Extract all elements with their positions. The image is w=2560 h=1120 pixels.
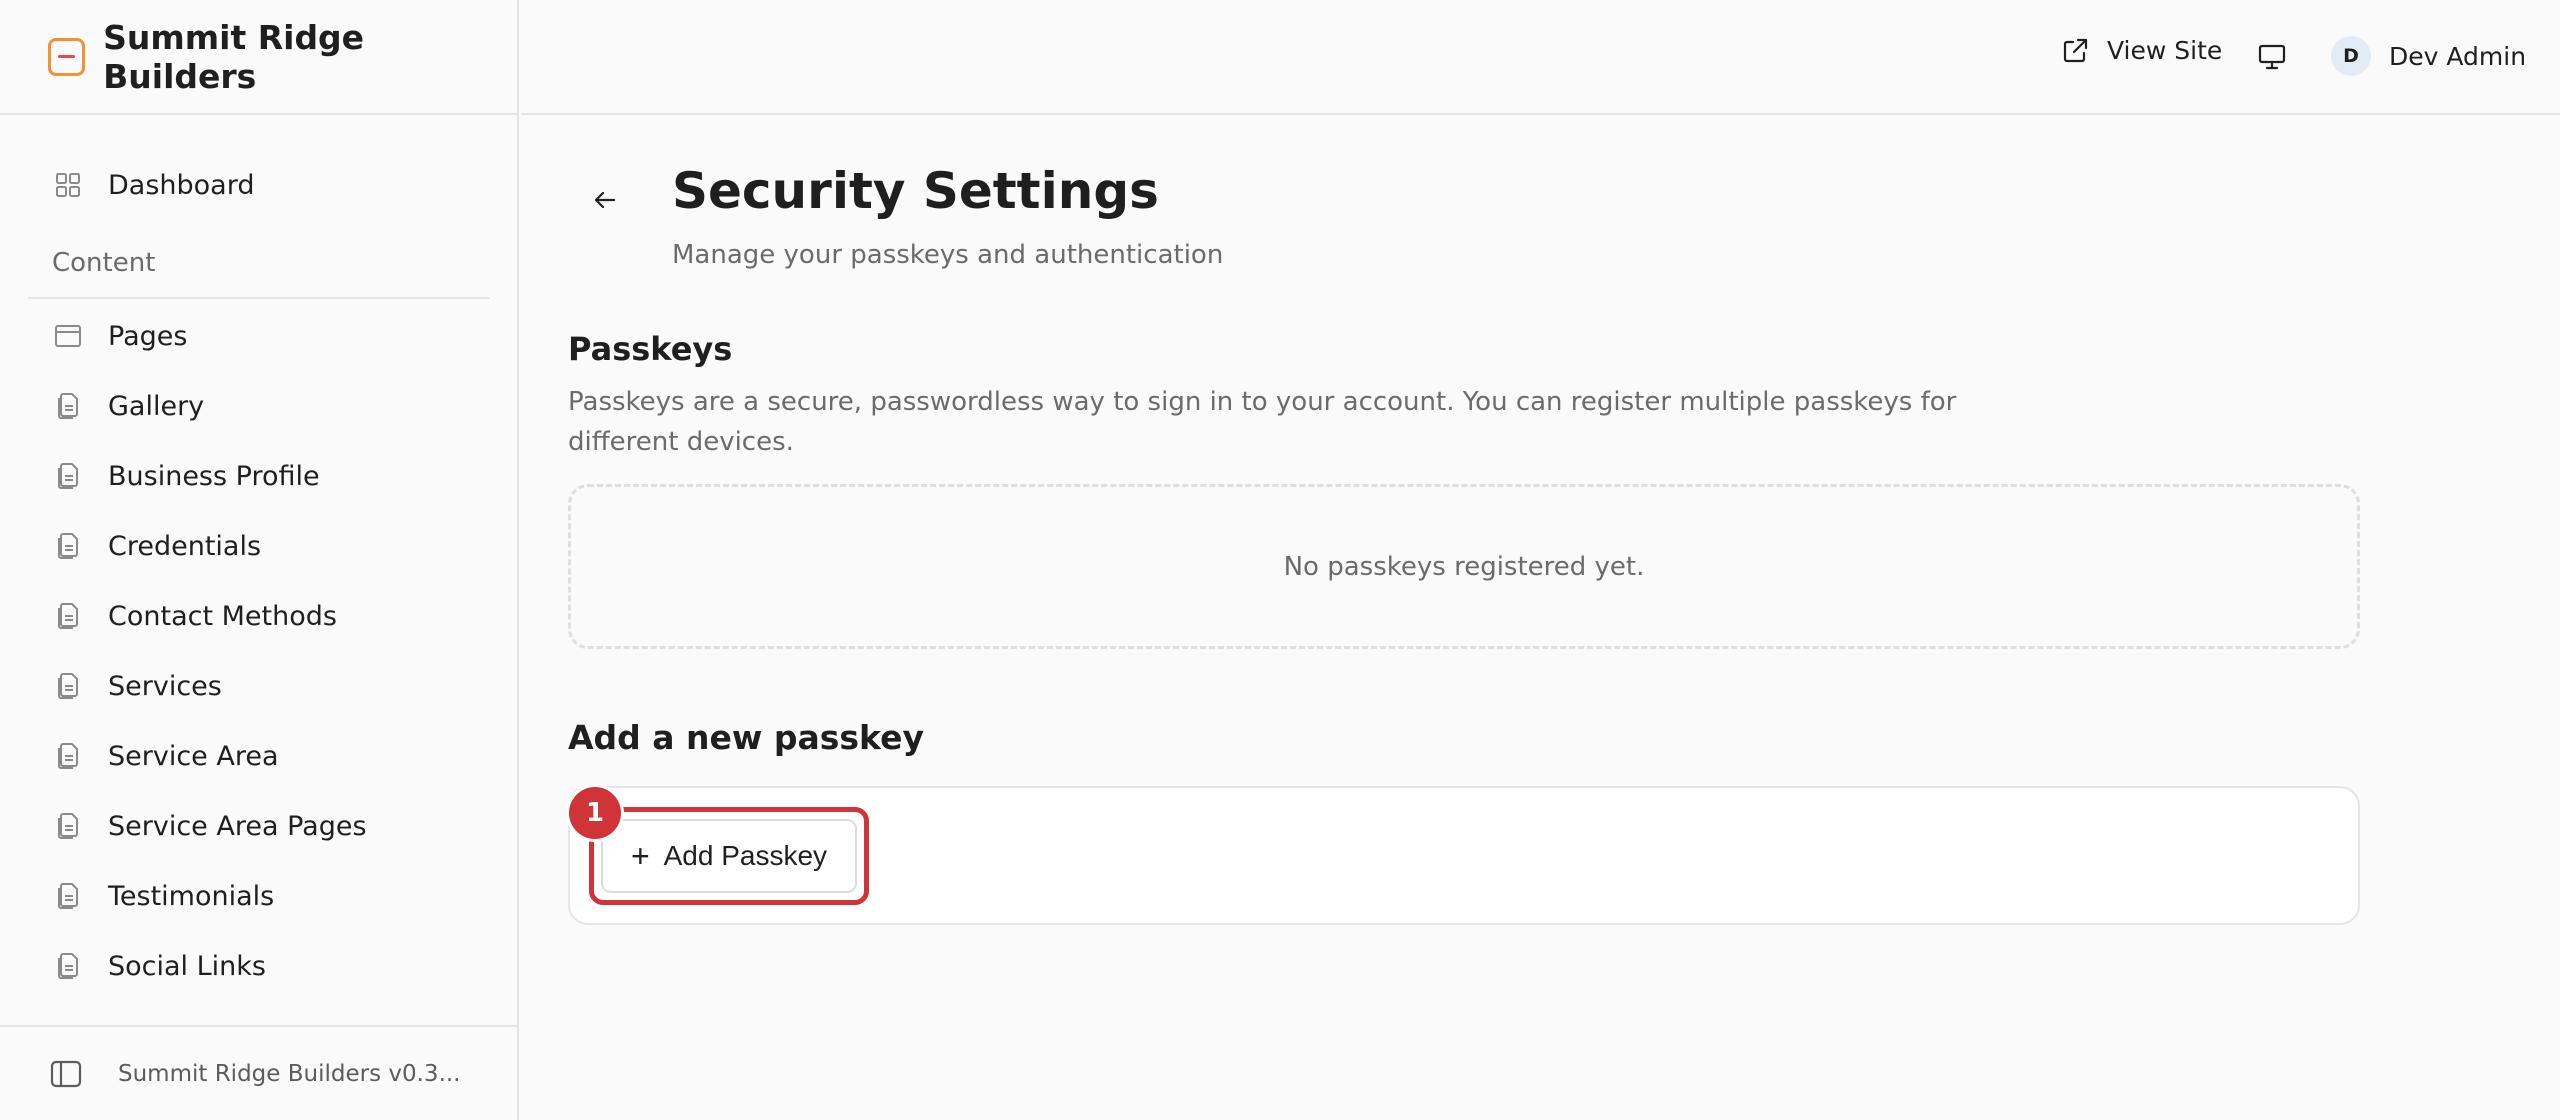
- documents-icon: [54, 812, 82, 840]
- sidebar-item-services[interactable]: Services: [0, 656, 517, 716]
- sidebar-divider: [28, 297, 490, 299]
- documents-icon: [54, 602, 82, 630]
- passkeys-section-title: Passkeys: [568, 330, 733, 368]
- sidebar-footer: Summit Ridge Builders v0.3...: [0, 1025, 517, 1120]
- plus-icon: +: [630, 838, 650, 874]
- brand-name: Summit Ridge Builders: [103, 17, 365, 96]
- add-passkey-button[interactable]: + Add Passkey: [601, 819, 857, 893]
- sidebar-item-service-area[interactable]: Service Area: [0, 726, 517, 786]
- sidebar-item-service-area-pages[interactable]: Service Area Pages: [0, 796, 517, 856]
- app-version-text: Summit Ridge Builders v0.3...: [118, 1060, 461, 1087]
- sidebar-item-label: Credentials: [108, 530, 262, 562]
- sidebar-item-label: Testimonials: [108, 880, 275, 912]
- external-link-icon: [2061, 37, 2089, 65]
- sidebar-item-label: Contact Methods: [108, 600, 337, 632]
- passkeys-description: Passkeys are a secure, passwordless way …: [568, 387, 1957, 457]
- sidebar-item-label: Services: [108, 670, 222, 702]
- grid-icon: [54, 171, 82, 199]
- step-badge: 1: [569, 787, 621, 839]
- view-site-label: View Site: [2107, 36, 2223, 65]
- documents-icon: [54, 882, 82, 910]
- arrow-left-icon: [592, 189, 618, 211]
- topbar: View Site D Dev Admin: [521, 0, 2560, 115]
- documents-icon: [54, 952, 82, 980]
- documents-icon: [54, 392, 82, 420]
- app-root: Summit Ridge Builders Dashboard Content …: [0, 0, 2560, 1120]
- brand-header[interactable]: Summit Ridge Builders: [0, 0, 517, 115]
- preview-device-button[interactable]: [2255, 40, 2289, 74]
- sidebar-item-label: Gallery: [108, 390, 205, 422]
- user-menu[interactable]: D Dev Admin: [2331, 36, 2526, 76]
- documents-icon: [54, 532, 82, 560]
- sidebar-item-testimonials[interactable]: Testimonials: [0, 866, 517, 926]
- browser-window-icon: [54, 322, 82, 350]
- empty-state-text: No passkeys registered yet.: [1283, 551, 1645, 582]
- sidebar-item-social-links[interactable]: Social Links: [0, 936, 517, 996]
- sidebar-toggle-icon[interactable]: [50, 1060, 82, 1088]
- sidebar-item-credentials[interactable]: Credentials: [0, 516, 517, 576]
- sidebar: Summit Ridge Builders Dashboard Content …: [0, 0, 519, 1120]
- sidebar-item-label: Business Profile: [108, 460, 320, 492]
- sidebar-item-label: Pages: [108, 320, 188, 352]
- sidebar-item-gallery[interactable]: Gallery: [0, 376, 517, 436]
- sidebar-item-label: Service Area: [108, 740, 279, 772]
- brand-logo-icon: [48, 37, 86, 76]
- monitor-icon: [2257, 43, 2287, 71]
- avatar: D: [2331, 36, 2371, 76]
- sidebar-item-contact-methods[interactable]: Contact Methods: [0, 586, 517, 646]
- passkeys-empty-state: No passkeys registered yet.: [568, 484, 2360, 649]
- sidebar-item-label: Dashboard: [108, 169, 255, 201]
- view-site-link[interactable]: View Site: [2061, 36, 2222, 65]
- page-subtitle: Manage your passkeys and authentication: [672, 240, 1224, 270]
- page-title: Security Settings: [672, 162, 1159, 220]
- documents-icon: [54, 462, 82, 490]
- add-passkey-button-label: Add Passkey: [663, 840, 828, 871]
- sidebar-item-pages[interactable]: Pages: [0, 306, 517, 366]
- user-name: Dev Admin: [2389, 41, 2527, 71]
- documents-icon: [54, 672, 82, 700]
- sidebar-item-business-profile[interactable]: Business Profile: [0, 446, 517, 506]
- sidebar-item-dashboard[interactable]: Dashboard: [0, 155, 517, 215]
- sidebar-item-label: Service Area Pages: [108, 810, 367, 842]
- sidebar-section-label: Content: [52, 248, 156, 278]
- documents-icon: [54, 742, 82, 770]
- back-button[interactable]: [583, 178, 627, 222]
- add-passkey-section-title: Add a new passkey: [568, 718, 925, 757]
- sidebar-item-label: Social Links: [108, 950, 266, 982]
